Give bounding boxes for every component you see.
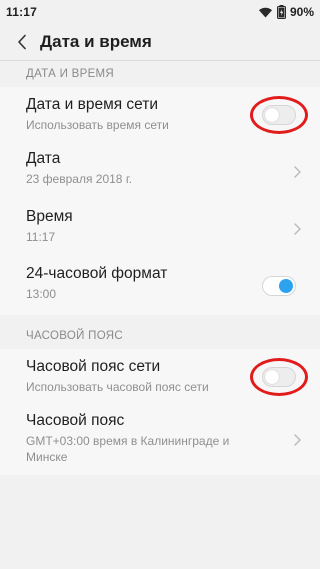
setting-title: Дата <box>26 150 61 167</box>
setting-title: 24-часовой формат <box>26 265 168 282</box>
setting-subtitle: 23 февраля 2018 г. <box>26 172 133 186</box>
wifi-icon <box>258 7 273 18</box>
setting-subtitle: 11:17 <box>26 230 56 244</box>
app-bar: Дата и время <box>0 24 320 60</box>
network-time-toggle[interactable] <box>262 105 296 125</box>
toggle-knob <box>279 279 293 293</box>
battery-percent: 90% <box>289 5 314 19</box>
settings-group-date-time: Дата и время сети Использовать время сет… <box>0 87 320 315</box>
chevron-right-icon <box>294 166 301 178</box>
24-hour-format-toggle[interactable] <box>262 276 296 296</box>
setting-title: Часовой пояс сети <box>26 358 161 375</box>
back-button[interactable] <box>12 30 32 54</box>
settings-group-time-zone: Часовой пояс сети Использовать часовой п… <box>0 349 320 475</box>
setting-title: Часовой пояс <box>26 412 125 429</box>
setting-subtitle: GMT+03:00 время в Калининграде и Минске <box>26 434 230 464</box>
setting-subtitle: Использовать часовой пояс сети <box>26 380 209 394</box>
setting-date[interactable]: Дата 23 февраля 2018 г. <box>0 143 320 201</box>
toggle-knob <box>265 108 279 122</box>
chevron-right-icon <box>294 223 301 235</box>
chevron-left-icon <box>18 34 26 50</box>
toggle-knob <box>265 370 279 384</box>
battery-charging-icon <box>276 5 286 19</box>
setting-network-time-zone[interactable]: Часовой пояс сети Использовать часовой п… <box>0 349 320 405</box>
setting-title: Время <box>26 208 73 225</box>
section-header-date-time: ДАТА И ВРЕМЯ <box>0 61 320 87</box>
page-title: Дата и время <box>40 32 152 51</box>
setting-time-zone[interactable]: Часовой пояс GMT+03:00 время в Калинингр… <box>0 405 320 475</box>
status-icons: 90% <box>258 5 314 19</box>
setting-time[interactable]: Время 11:17 <box>0 201 320 257</box>
setting-subtitle: 13:00 <box>26 287 57 301</box>
setting-title: Дата и время сети <box>26 96 159 113</box>
network-time-zone-toggle[interactable] <box>262 367 296 387</box>
status-time: 11:17 <box>6 5 38 19</box>
setting-network-time[interactable]: Дата и время сети Использовать время сет… <box>0 87 320 143</box>
section-header-time-zone: ЧАСОВОЙ ПОЯС <box>0 315 320 349</box>
setting-subtitle: Использовать время сети <box>26 118 169 132</box>
setting-24-hour-format[interactable]: 24-часовой формат 13:00 <box>0 257 320 315</box>
chevron-right-icon <box>294 434 301 446</box>
status-bar: 11:17 90% <box>0 0 320 24</box>
